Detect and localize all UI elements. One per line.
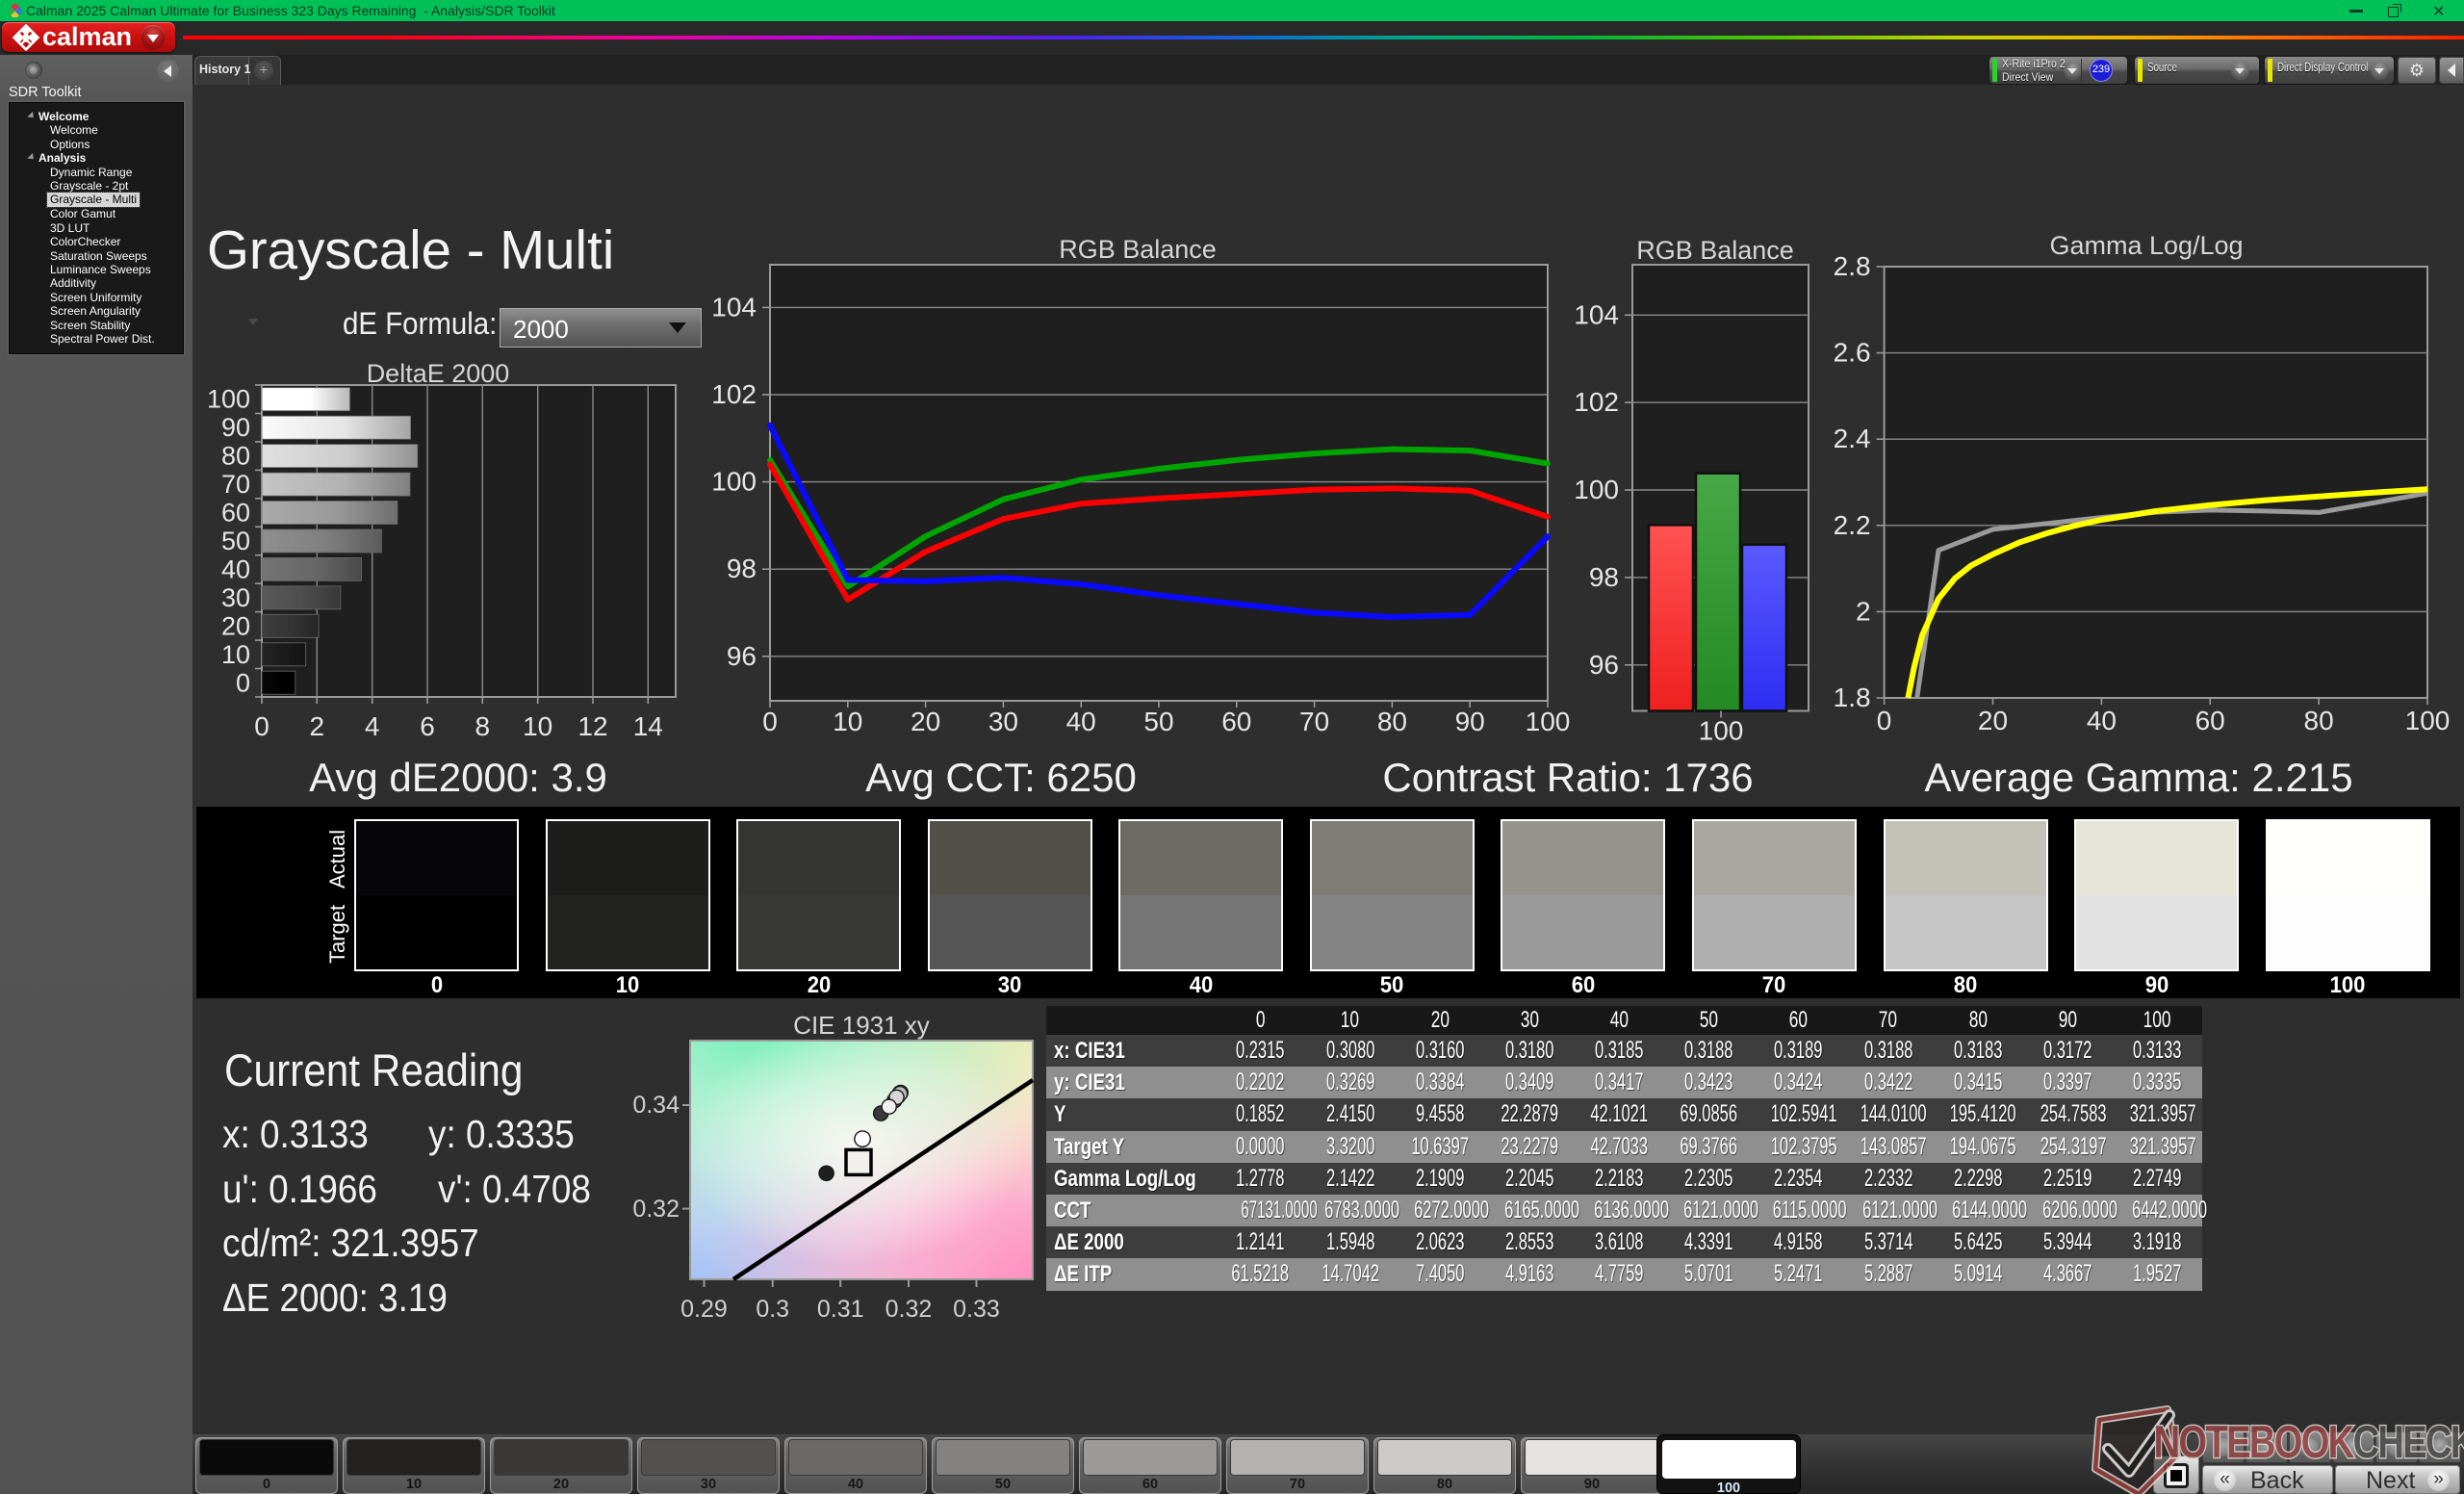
svg-text:DeltaE 2000: DeltaE 2000 — [367, 359, 510, 388]
svg-text:8: 8 — [475, 711, 491, 741]
svg-text:98: 98 — [727, 554, 757, 583]
svg-text:90: 90 — [221, 413, 250, 442]
svg-text:2.6: 2.6 — [1834, 338, 1871, 368]
svg-text:100: 100 — [1574, 475, 1619, 504]
svg-text:60: 60 — [1221, 707, 1251, 736]
svg-text:60: 60 — [221, 499, 250, 528]
svg-text:40: 40 — [221, 555, 250, 584]
svg-text:104: 104 — [1574, 299, 1619, 329]
svg-text:0: 0 — [236, 668, 250, 697]
svg-text:CIE 1931 xy: CIE 1931 xy — [793, 1011, 930, 1040]
svg-text:50: 50 — [1143, 707, 1173, 736]
svg-text:100: 100 — [2405, 706, 2451, 735]
svg-text:104: 104 — [711, 292, 757, 322]
svg-text:10: 10 — [833, 707, 862, 736]
svg-text:90: 90 — [1455, 707, 1485, 736]
svg-text:60: 60 — [2195, 706, 2225, 735]
svg-text:0: 0 — [1877, 706, 1892, 735]
svg-text:0.32: 0.32 — [632, 1196, 680, 1223]
svg-text:2: 2 — [310, 711, 325, 741]
svg-text:10: 10 — [221, 640, 250, 669]
svg-text:102: 102 — [1574, 387, 1619, 417]
svg-text:20: 20 — [221, 611, 250, 640]
svg-text:6: 6 — [420, 711, 435, 741]
svg-text:2: 2 — [1856, 596, 1871, 626]
svg-text:0.29: 0.29 — [680, 1296, 728, 1323]
svg-text:100: 100 — [207, 385, 250, 414]
svg-text:98: 98 — [1589, 562, 1619, 592]
svg-text:30: 30 — [988, 707, 1018, 736]
svg-text:102: 102 — [711, 379, 757, 409]
svg-text:80: 80 — [2304, 706, 2334, 735]
svg-text:NOTEBOOKCHECK: NOTEBOOKCHECK — [2154, 1417, 2464, 1468]
svg-text:30: 30 — [221, 583, 250, 612]
svg-text:0.3: 0.3 — [756, 1296, 789, 1323]
svg-text:70: 70 — [1299, 707, 1329, 736]
svg-text:96: 96 — [727, 641, 757, 671]
svg-text:100: 100 — [1526, 707, 1571, 736]
svg-text:2.4: 2.4 — [1834, 424, 1871, 453]
svg-text:70: 70 — [221, 470, 250, 499]
svg-text:2.2: 2.2 — [1834, 510, 1871, 540]
svg-text:0.34: 0.34 — [632, 1092, 680, 1119]
svg-text:100: 100 — [1699, 716, 1744, 746]
svg-text:12: 12 — [578, 711, 607, 741]
svg-text:RGB Balance: RGB Balance — [1636, 236, 1794, 265]
svg-text:2.8: 2.8 — [1834, 251, 1871, 281]
svg-text:80: 80 — [1377, 707, 1407, 736]
svg-text:14: 14 — [633, 711, 663, 741]
svg-text:96: 96 — [1589, 650, 1619, 680]
svg-text:4: 4 — [365, 711, 380, 741]
svg-text:0.31: 0.31 — [817, 1296, 864, 1323]
svg-text:1.8: 1.8 — [1834, 683, 1871, 712]
svg-text:0.32: 0.32 — [886, 1296, 933, 1323]
svg-text:40: 40 — [2087, 706, 2117, 735]
svg-text:20: 20 — [911, 707, 940, 736]
svg-text:100: 100 — [711, 467, 757, 497]
svg-text:0: 0 — [254, 711, 270, 741]
svg-text:Gamma Log/Log: Gamma Log/Log — [2049, 231, 2243, 260]
svg-text:0.33: 0.33 — [953, 1296, 1000, 1323]
svg-text:0: 0 — [762, 707, 778, 736]
svg-text:20: 20 — [1978, 706, 2008, 735]
svg-text:40: 40 — [1066, 707, 1096, 736]
svg-text:RGB Balance: RGB Balance — [1059, 235, 1217, 264]
svg-text:50: 50 — [221, 527, 250, 555]
svg-text:10: 10 — [523, 711, 552, 741]
svg-text:80: 80 — [221, 442, 250, 471]
